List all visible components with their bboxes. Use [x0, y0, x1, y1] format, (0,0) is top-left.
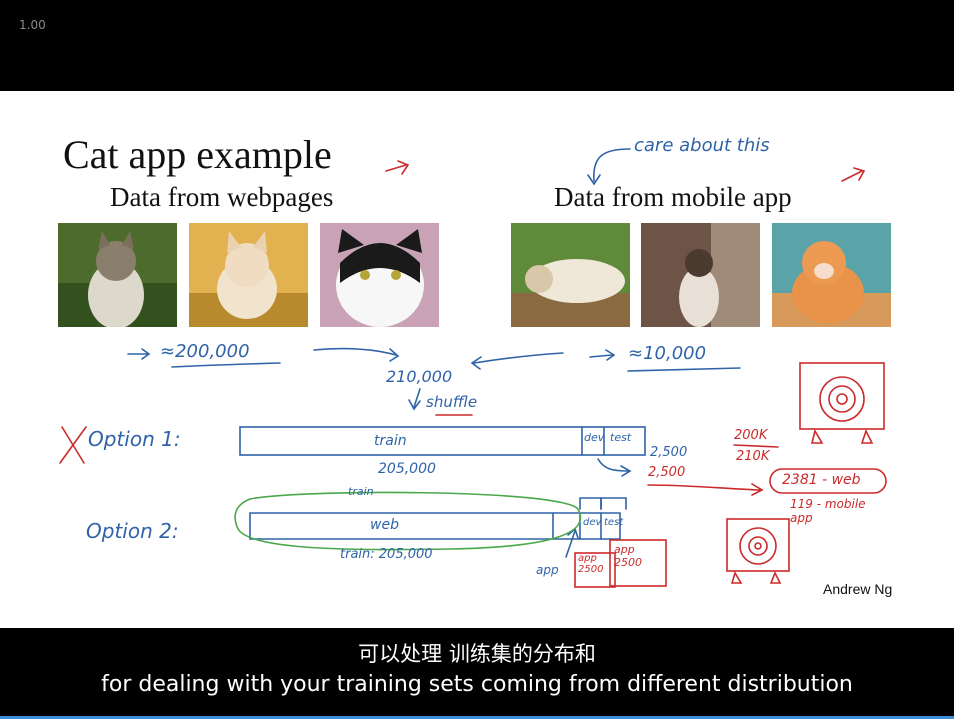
option2-test-app: app 2500 — [614, 543, 642, 569]
ratio-numerator: 200K — [734, 428, 768, 443]
option2-train-size: train: 205,000 — [340, 547, 433, 562]
option1-dev-size: 2,500 — [650, 445, 688, 460]
option2-label: Option 2: — [86, 519, 179, 543]
option2-web-label: web — [370, 517, 399, 533]
option1-test-label: test — [610, 431, 632, 444]
subtitle-chinese: 可以处理 训练集的分布和 — [358, 642, 596, 666]
total-count-note: 210,000 — [386, 367, 453, 386]
option2-app-label: app — [536, 563, 559, 577]
option2-test-label: test — [604, 517, 624, 528]
subtitle-english: for dealing with your training sets comi… — [101, 672, 853, 697]
shuffle-note: shuffle — [426, 393, 478, 411]
dev-mobile-count: 119 - mobile app — [790, 497, 866, 525]
option2-dev-app: app 2500 — [578, 553, 604, 575]
option1-test-size: 2,500 — [648, 465, 686, 480]
option2-dev-label: dev — [583, 517, 602, 528]
option1-train-label: train — [374, 433, 407, 449]
handwritten-annotations — [59, 148, 887, 588]
option1-train-size: 205,000 — [378, 461, 436, 477]
web-count-note: ≈200,000 — [160, 341, 250, 362]
lecture-slide: Cat app example Data from webpages Data … — [0, 91, 954, 628]
ratio-denominator: 210K — [736, 449, 770, 464]
option1-label: Option 1: — [88, 427, 181, 451]
option1-dev-label: dev — [584, 431, 605, 444]
mobile-count-note: ≈10,000 — [628, 343, 707, 364]
playback-speed[interactable]: 1.00 — [19, 18, 46, 32]
slide-credit: Andrew Ng — [823, 581, 893, 597]
care-about-this-note: care about this — [634, 135, 770, 156]
subtitle-bar: 可以处理 训练集的分布和 for dealing with your train… — [0, 628, 954, 719]
option2-train-top-label: train — [348, 485, 374, 498]
dev-web-count: 2381 - web — [782, 472, 861, 488]
player-top-bar: 1.00 — [0, 0, 954, 91]
